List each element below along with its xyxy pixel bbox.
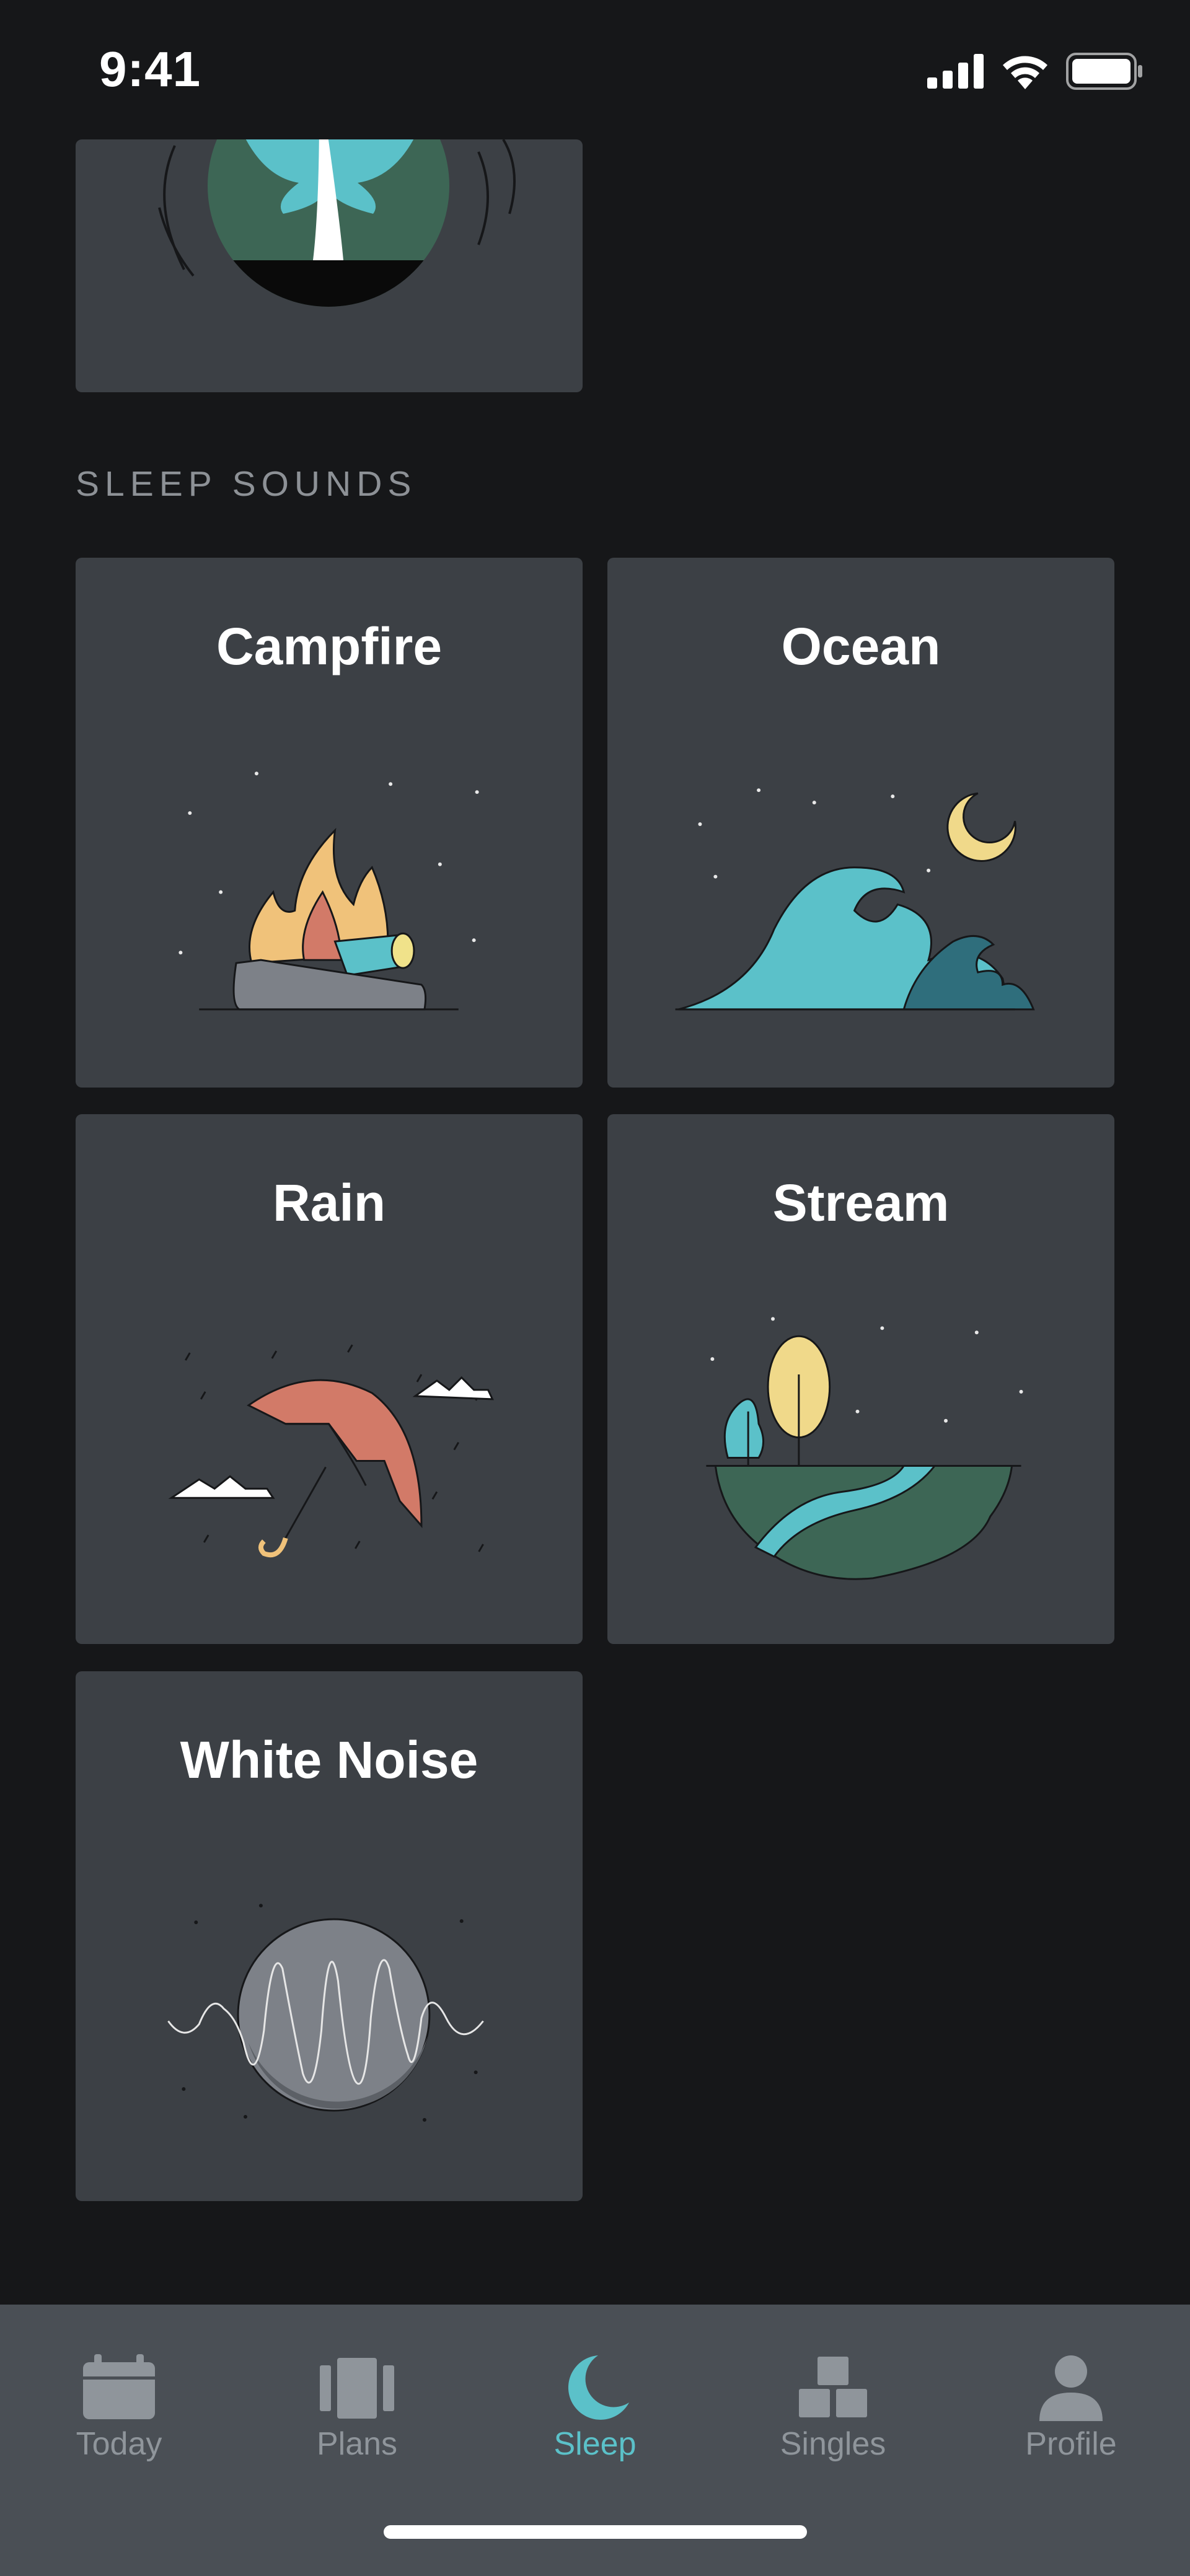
home-indicator[interactable] — [384, 2525, 807, 2539]
tab-label: Sleep — [553, 2426, 637, 2462]
sound-card-campfire[interactable]: Campfire — [76, 558, 583, 1088]
wifi-icon — [1003, 56, 1047, 89]
tab-plans[interactable]: Plans — [238, 2305, 476, 2503]
stream-illustration — [706, 1317, 1023, 1580]
moon-icon — [568, 2355, 629, 2420]
tab-label: Profile — [1025, 2426, 1117, 2462]
tab-sleep[interactable]: Sleep — [476, 2305, 714, 2503]
tab-label: Singles — [780, 2426, 886, 2462]
sound-card-white-noise[interactable]: White Noise — [76, 1671, 583, 2201]
person-icon — [1039, 2355, 1103, 2421]
sound-card-ocean[interactable]: Ocean — [607, 558, 1114, 1088]
status-time: 9:41 — [99, 42, 201, 97]
status-icons — [927, 53, 1144, 90]
sound-card-rain[interactable]: Rain — [76, 1114, 583, 1644]
sound-card-stream[interactable]: Stream — [607, 1114, 1114, 1644]
white-noise-illustration — [167, 1904, 484, 2122]
featured-card-partial[interactable] — [76, 139, 583, 392]
tab-profile[interactable]: Profile — [952, 2305, 1190, 2503]
tab-today[interactable]: Today — [0, 2305, 238, 2503]
ocean-illustration — [675, 788, 1035, 1011]
rain-illustration — [168, 1344, 494, 1558]
tab-label: Today — [76, 2426, 162, 2462]
blocks-icon — [799, 2357, 867, 2417]
battery-icon — [1066, 53, 1142, 90]
section-title: SLEEP SOUNDS — [76, 464, 417, 504]
forest-illustration — [158, 139, 516, 307]
status-bar: 9:41 — [0, 0, 1190, 139]
campfire-illustration — [178, 771, 479, 1011]
tab-label: Plans — [316, 2426, 398, 2462]
tab-singles[interactable]: Singles — [714, 2305, 952, 2503]
calendar-icon — [83, 2354, 155, 2419]
cellular-signal-icon — [927, 54, 984, 89]
plans-icon — [320, 2358, 394, 2419]
